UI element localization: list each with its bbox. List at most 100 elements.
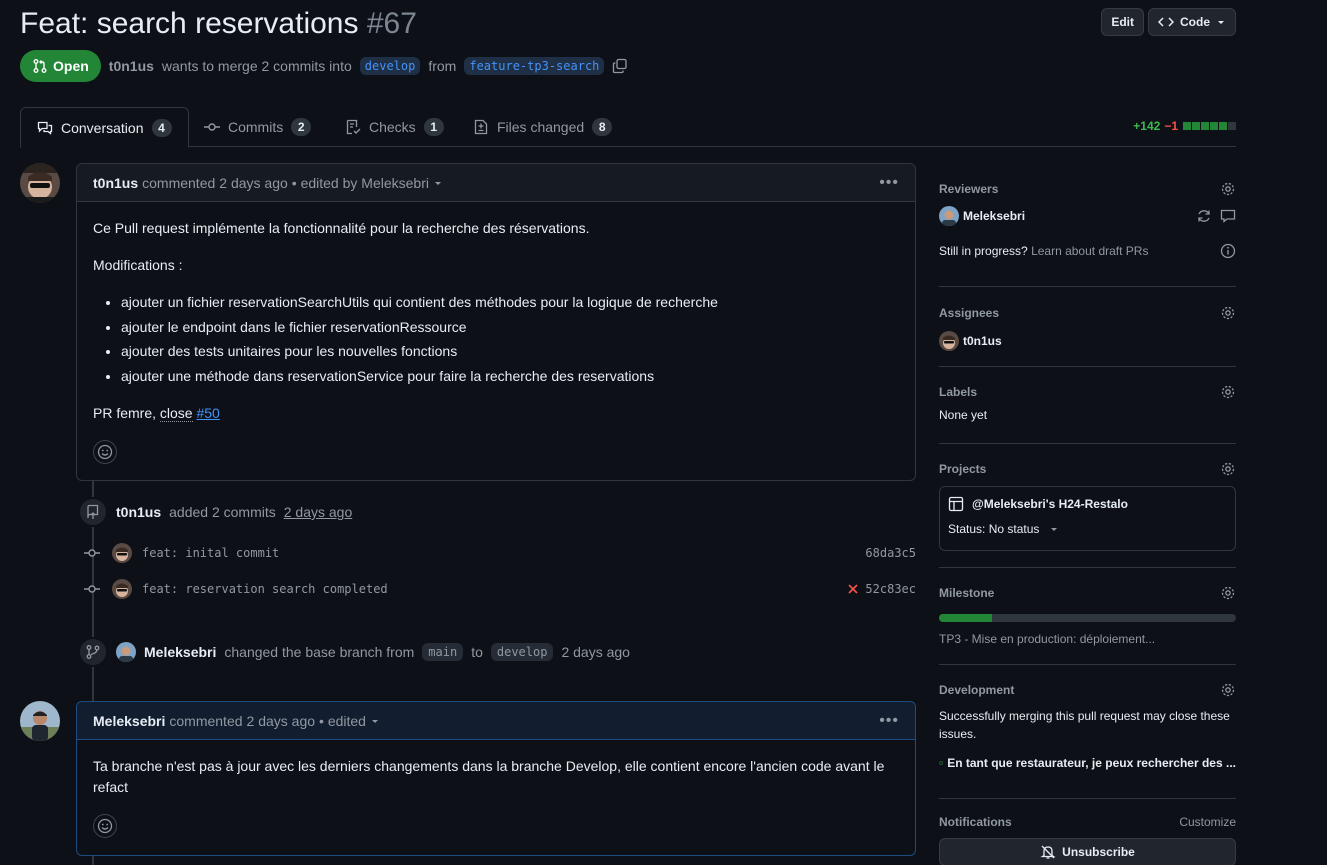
commit-icon: [204, 123, 220, 131]
kebab-menu-icon[interactable]: •••: [879, 174, 899, 192]
divider: [939, 664, 1236, 665]
comment-action: commented: [169, 712, 243, 729]
kebab-menu-icon[interactable]: •••: [879, 712, 899, 730]
milestone-name[interactable]: TP3 - Mise en production: déploiement...: [939, 632, 1236, 646]
add-reaction-button[interactable]: [93, 439, 117, 464]
project-card[interactable]: @Meleksebri's H24-Restalo Status: No sta…: [939, 486, 1236, 551]
sync-icon[interactable]: [1196, 208, 1212, 224]
development-header[interactable]: Development: [939, 680, 1236, 700]
gear-icon[interactable]: [1220, 585, 1236, 601]
gear-icon[interactable]: [1220, 682, 1236, 698]
avatar-t0n1us[interactable]: [20, 163, 60, 203]
head-branch[interactable]: feature-tp3-search: [464, 57, 605, 75]
commit-sha[interactable]: 52c83ec: [865, 582, 916, 596]
projects-header[interactable]: Projects: [939, 459, 1236, 479]
commit-message[interactable]: feat: reservation search completed: [142, 582, 388, 596]
add-reaction-button[interactable]: [93, 814, 117, 838]
commit-row[interactable]: feat: reservation search completed 52c83…: [84, 579, 916, 599]
linked-issue[interactable]: En tant que restaurateur, je peux recher…: [939, 755, 1236, 771]
avatar-t0n1us[interactable]: [112, 579, 132, 599]
issue-link[interactable]: #50: [196, 405, 219, 421]
comment-timestamp[interactable]: 2 days ago: [219, 175, 288, 191]
commit-sha[interactable]: 68da3c5: [865, 546, 916, 560]
diffstat: +142 −1: [1133, 119, 1236, 133]
reviewer-item[interactable]: Meleksebri: [939, 206, 1025, 226]
avatar-meleksebri[interactable]: [20, 701, 60, 741]
labels-header[interactable]: Labels: [939, 382, 1236, 402]
edited-dropdown[interactable]: • edited by Meleksebri: [292, 175, 429, 191]
tab-conversation[interactable]: Conversation 4: [20, 107, 189, 148]
projects-title: Projects: [939, 462, 987, 476]
commit-message[interactable]: feat: inital commit: [142, 546, 279, 560]
pr-number: #67: [366, 7, 417, 40]
divider: [939, 366, 1236, 367]
gear-icon[interactable]: [1220, 305, 1236, 321]
event-timestamp[interactable]: 2 days ago: [284, 504, 353, 520]
tab-conversation-count: 4: [151, 118, 172, 137]
draft-link[interactable]: Learn about draft PRs: [1031, 244, 1148, 258]
closing-keyword: close: [159, 404, 193, 422]
diffstat-bar: [1182, 122, 1236, 130]
project-name[interactable]: @Meleksebri's H24-Restalo: [972, 497, 1128, 511]
unsubscribe-button[interactable]: Unsubscribe: [939, 838, 1236, 865]
edit-button-label: Edit: [1111, 15, 1134, 29]
chevron-down-icon[interactable]: [433, 178, 443, 188]
milestone-header[interactable]: Milestone: [939, 583, 1236, 603]
comment-author[interactable]: t0n1us: [93, 175, 138, 191]
to-text: to: [471, 644, 483, 660]
git-branch-icon: [78, 637, 108, 667]
comment-timestamp[interactable]: 2 days ago: [247, 713, 316, 729]
customize-link[interactable]: Customize: [1179, 815, 1236, 829]
commit-row[interactable]: feat: inital commit 68da3c5: [84, 543, 916, 563]
reviewers-title: Reviewers: [939, 182, 999, 196]
edit-button[interactable]: Edit: [1101, 8, 1144, 36]
assignee-item[interactable]: t0n1us: [939, 331, 1236, 351]
development-title: Development: [939, 683, 1015, 697]
reviewers-header[interactable]: Reviewers: [939, 179, 1236, 199]
tab-commits-count: 2: [291, 118, 312, 136]
list-item: ajouter une méthode dans reservationServ…: [121, 366, 899, 387]
comment-author[interactable]: Meleksebri: [93, 713, 165, 729]
comment-action: commented: [142, 174, 216, 191]
milestone-progress-fill: [939, 614, 993, 622]
pr-meta: Open t0n1us wants to merge 2 commits int…: [20, 50, 628, 82]
avatar-t0n1us: [939, 331, 959, 351]
code-button[interactable]: Code: [1148, 8, 1236, 36]
chevron-down-icon[interactable]: [370, 716, 380, 726]
event-timestamp[interactable]: 2 days ago: [561, 644, 630, 660]
edited-dropdown[interactable]: • edited: [319, 713, 366, 729]
comment-paragraph: Ta branche n'est pas à jour avec les der…: [93, 758, 885, 795]
pr-tabs: Conversation 4 Commits 2 Checks 1 Files …: [20, 107, 1236, 148]
gear-icon[interactable]: [1220, 384, 1236, 400]
labels-title: Labels: [939, 385, 978, 399]
list-item: ajouter le endpoint dans le fichier rese…: [121, 317, 899, 338]
avatar-meleksebri[interactable]: [116, 642, 136, 662]
copy-icon[interactable]: [612, 58, 628, 74]
comment-body: Ta branche n'est pas à jour avec les der…: [77, 740, 915, 850]
to-branch: develop: [490, 643, 554, 661]
info-icon[interactable]: [1220, 243, 1236, 259]
gear-icon[interactable]: [1220, 461, 1236, 477]
base-branch[interactable]: develop: [359, 57, 421, 75]
pr-author-link[interactable]: t0n1us: [109, 58, 154, 74]
tab-commits[interactable]: Commits 2: [188, 107, 327, 147]
event-text: changed the base branch from: [224, 644, 415, 660]
development-text: Successfully merging this pull request m…: [939, 709, 1230, 741]
comment-icon[interactable]: [1220, 208, 1236, 224]
assignees-header[interactable]: Assignees: [939, 303, 1236, 323]
gear-icon[interactable]: [1220, 181, 1236, 197]
projects-section: Projects @Meleksebri's H24-Restalo Statu…: [939, 459, 1236, 551]
tab-commits-label: Commits: [228, 119, 284, 135]
x-fail-icon[interactable]: [847, 583, 859, 595]
project-status-dropdown[interactable]: Status: No status: [948, 522, 1227, 536]
avatar-t0n1us[interactable]: [112, 543, 132, 563]
tab-checks-label: Checks: [369, 119, 416, 135]
tab-files-changed[interactable]: Files changed 8: [457, 107, 628, 147]
tab-checks[interactable]: Checks 1: [329, 107, 460, 147]
commit-icon: [84, 585, 100, 593]
file-diff-icon: [474, 119, 488, 135]
event-author[interactable]: t0n1us: [116, 504, 161, 520]
smiley-icon: [97, 818, 113, 834]
assignees-section: Assignees t0n1us: [939, 303, 1236, 351]
event-author[interactable]: Meleksebri: [144, 644, 216, 660]
